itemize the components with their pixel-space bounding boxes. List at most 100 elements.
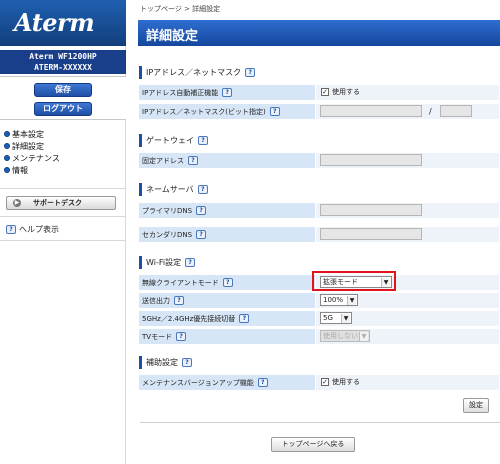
menu-item-maintenance[interactable]: メンテナンス <box>4 152 124 164</box>
back-to-top-button[interactable]: トップページへ戻る <box>271 437 355 452</box>
device-id: ATERM-XXXXXX <box>34 63 92 72</box>
field-label: IPアドレス／ネットマスク(ビット指定)? <box>139 104 315 119</box>
band-priority-select[interactable]: 5G ▼ <box>320 312 352 324</box>
section-ip-heading: IPアドレス／ネットマスク ? <box>139 66 499 79</box>
divider <box>0 216 126 217</box>
field-value <box>315 153 499 168</box>
maintenance-update-checkbox[interactable]: ✓ <box>321 378 329 386</box>
support-desk-button[interactable]: ▶ サポートデスク <box>6 196 116 210</box>
help-icon[interactable]: ? <box>176 332 187 341</box>
tx-power-select[interactable]: 100% ▼ <box>320 294 358 306</box>
logout-button[interactable]: ログアウト <box>34 102 92 116</box>
gateway-address-input[interactable] <box>320 154 422 166</box>
select-value: 100% <box>323 296 344 304</box>
help-icon: ? <box>6 225 16 234</box>
field-label: セカンダリDNS? <box>139 227 315 242</box>
ip-auto-correct-checkbox[interactable]: ✓ <box>321 88 329 96</box>
save-button[interactable]: 保存 <box>34 83 92 97</box>
slash-separator: / <box>429 107 432 116</box>
ip-address-input[interactable] <box>320 105 422 117</box>
field-value <box>315 227 499 242</box>
section-title: ネームサーバ <box>146 185 194 194</box>
secondary-dns-input[interactable] <box>320 228 422 240</box>
menu-item-basic[interactable]: 基本設定 <box>4 128 124 140</box>
model-box: Aterm WF1200HP ATERM-XXXXXX <box>0 50 126 74</box>
section-title: Wi-Fi設定 <box>146 258 182 267</box>
bullet-icon <box>4 167 10 173</box>
bullet-icon <box>4 143 10 149</box>
help-icon[interactable]: ? <box>185 258 196 267</box>
help-icon[interactable]: ? <box>239 314 250 323</box>
row-primary-dns: プライマリDNS? <box>139 202 499 218</box>
select-value: 使用しない <box>323 332 358 340</box>
field-value: 100% ▼ <box>315 293 499 308</box>
aterm-logo: Aterm <box>14 8 95 37</box>
field-value <box>315 203 499 218</box>
help-icon[interactable]: ? <box>182 358 192 367</box>
field-value: ✓ 使用する <box>315 85 499 100</box>
divider <box>0 188 126 189</box>
row-ip-auto-correct: IPアドレス自動補正機能? ✓ 使用する <box>139 84 499 100</box>
checkbox-label: 使用する <box>332 378 360 386</box>
bullet-icon <box>4 155 10 161</box>
set-button[interactable]: 設定 <box>463 398 489 413</box>
menu-item-label: 基本設定 <box>12 129 44 139</box>
field-value: / <box>315 104 499 119</box>
field-label: 5GHz／2.4GHz優先接続切替? <box>139 311 315 326</box>
field-label: 送信出力? <box>139 293 315 308</box>
field-label: プライマリDNS? <box>139 203 315 218</box>
section-title: IPアドレス／ネットマスク <box>146 68 242 77</box>
help-icon[interactable]: ? <box>269 107 280 116</box>
row-band-priority: 5GHz／2.4GHz優先接続切替? 5G ▼ <box>139 310 499 326</box>
highlight-box <box>312 271 396 291</box>
row-ip-netmask: IPアドレス／ネットマスク(ビット指定)? / <box>139 103 499 119</box>
checkbox-label: 使用する <box>332 88 360 96</box>
help-icon[interactable]: ? <box>174 296 184 305</box>
row-tx-power: 送信出力? 100% ▼ <box>139 292 499 308</box>
section-title: 補助設定 <box>146 358 178 367</box>
help-icon[interactable]: ? <box>222 88 233 97</box>
help-icon[interactable]: ? <box>197 185 208 194</box>
section-gateway-heading: ゲートウェイ ? <box>139 134 499 147</box>
help-icon[interactable]: ? <box>245 68 256 77</box>
menu-item-label: 詳細設定 <box>12 141 44 151</box>
row-maintenance-update: メンテナンスバージョンアップ機能? ✓ 使用する <box>139 374 499 390</box>
tv-mode-select: 使用しない ▼ <box>320 330 370 342</box>
chevron-down-icon: ▼ <box>347 296 356 305</box>
field-label: TVモード? <box>139 329 315 344</box>
field-value: 使用しない ▼ <box>315 329 499 344</box>
save-area: 保存 ログアウト <box>0 76 126 120</box>
support-desk-label: サポートデスク <box>33 199 82 207</box>
field-label: IPアドレス自動補正機能? <box>139 85 315 100</box>
help-icon[interactable]: ? <box>188 156 198 165</box>
menu-item-info[interactable]: 情報 <box>4 164 124 176</box>
menu-item-label: メンテナンス <box>12 153 60 163</box>
divider <box>0 240 126 241</box>
primary-dns-input[interactable] <box>320 204 422 216</box>
divider <box>140 422 500 423</box>
page-title: 詳細設定 <box>146 29 199 44</box>
field-value: 5G ▼ <box>315 311 499 326</box>
bullet-icon <box>4 131 10 137</box>
help-display-link[interactable]: ? ヘルプ表示 <box>6 224 59 235</box>
section-aux-heading: 補助設定 ? <box>139 356 499 369</box>
row-fixed-address: 固定アドレス? <box>139 152 499 168</box>
help-icon[interactable]: ? <box>196 230 207 239</box>
help-icon[interactable]: ? <box>198 136 208 145</box>
row-tv-mode: TVモード? 使用しない ▼ <box>139 328 499 344</box>
menu-item-advanced[interactable]: 詳細設定 <box>4 140 124 152</box>
chevron-down-icon: ▼ <box>359 332 368 341</box>
chevron-down-icon: ▼ <box>341 314 350 323</box>
arrow-right-icon: ▶ <box>13 199 21 207</box>
row-secondary-dns: セカンダリDNS? <box>139 226 499 242</box>
select-value: 5G <box>323 314 333 322</box>
section-title: ゲートウェイ <box>146 136 194 145</box>
section-wifi-heading: Wi-Fi設定 ? <box>139 256 499 269</box>
model-name: Aterm WF1200HP <box>29 52 97 61</box>
breadcrumb: トップページ > 詳細設定 <box>140 5 221 13</box>
help-icon[interactable]: ? <box>257 378 268 387</box>
help-icon[interactable]: ? <box>196 206 207 215</box>
help-icon[interactable]: ? <box>222 278 233 287</box>
netmask-input[interactable] <box>440 105 472 117</box>
field-label: 固定アドレス? <box>139 153 315 168</box>
